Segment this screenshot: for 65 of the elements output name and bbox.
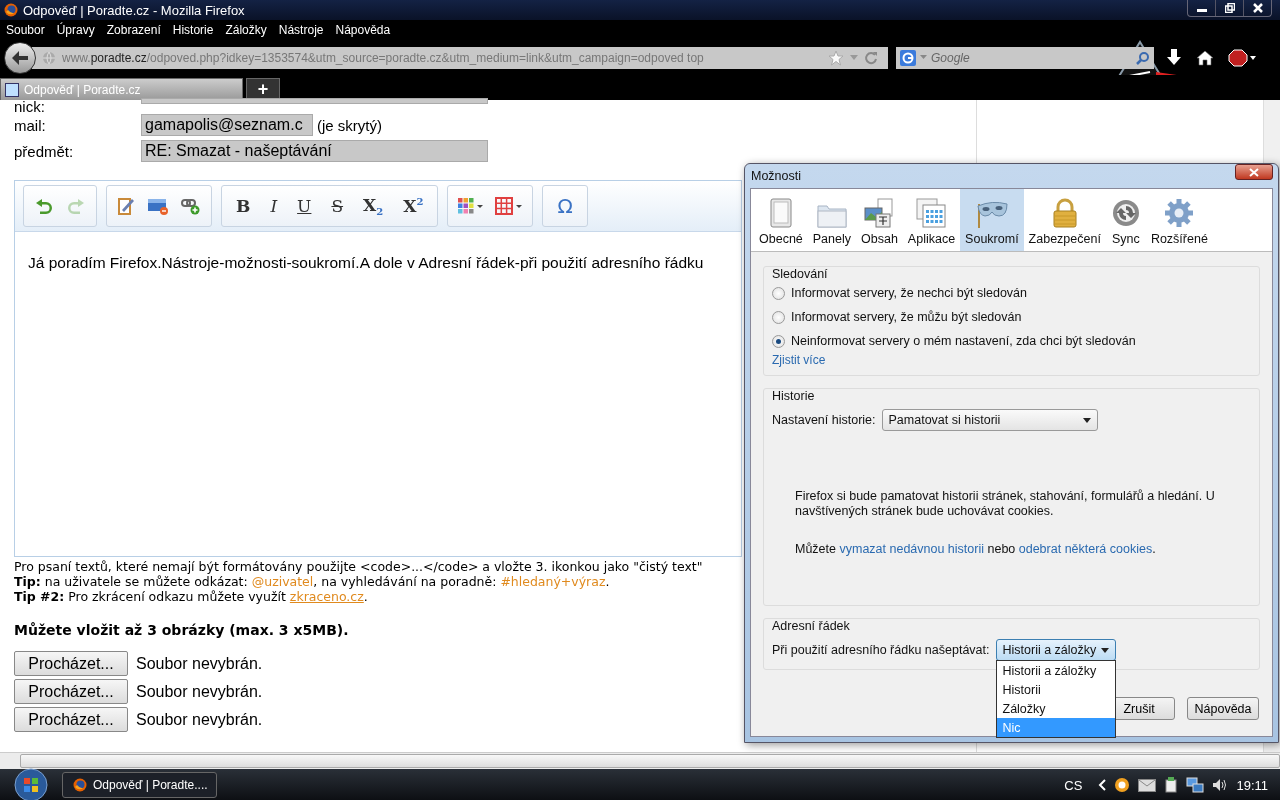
hint-text: Pro psaní textů, které nemají být formátovány použijte <code>...</code> a vložte 3. ikonkou jako "čistý text": [14, 559, 704, 574]
select-label: Nastavení historie:: [772, 413, 876, 427]
history-select[interactable]: Pamatovat si historii: [881, 409, 1098, 431]
subscript-button[interactable]: X$_{2}$: [359, 194, 388, 218]
search-field[interactable]: Google: [896, 46, 1154, 69]
menu-item[interactable]: Záložky: [219, 23, 273, 37]
field-label: předmět:: [14, 142, 75, 160]
hint-text: Tip: na uživatele se můžete odkázat: @uzivatel, na vyhledávání na poradně: #hledaný+výraz.: [14, 574, 611, 589]
preferences-tab[interactable]: Sync: [1105, 189, 1146, 251]
group-title: Adresní řádek: [770, 619, 852, 633]
dialog-button[interactable]: Nápověda: [1187, 697, 1259, 720]
taskbar-button[interactable]: Odpověď | Poradte....: [62, 772, 217, 798]
radio-label[interactable]: Neinformovat servery o mém nastavení, zda chci být sledován: [791, 334, 1136, 348]
strikethrough-button[interactable]: S: [327, 196, 348, 216]
group-title: Historie: [770, 389, 817, 403]
clock: 19:11: [1236, 777, 1268, 793]
language-indicator[interactable]: CS: [1064, 777, 1083, 793]
menu-item[interactable]: Zobrazení: [100, 23, 167, 37]
menu-item[interactable]: Historie: [166, 23, 220, 37]
browse-button[interactable]: Procházet...: [14, 679, 128, 704]
new-tab-button[interactable]: +: [246, 78, 280, 100]
preferences-tab[interactable]: Soukromí: [960, 189, 1024, 251]
browse-button[interactable]: Procházet...: [14, 651, 128, 676]
preferences-tab[interactable]: Obecné: [754, 189, 808, 251]
file-status: Soubor nevybrán.: [136, 710, 263, 729]
field-note: (je skrytý): [317, 116, 382, 134]
underline-button[interactable]: U: [293, 196, 316, 216]
group-title: Sledování: [770, 267, 830, 281]
input-field[interactable]: gamapolis@seznam.c: [141, 114, 313, 136]
select-label: Při použití adresního řádku našeptávat:: [772, 643, 990, 657]
superscript-button[interactable]: X$^{2}$: [399, 196, 428, 216]
bold-button[interactable]: B: [232, 196, 255, 216]
menu-item[interactable]: Úpravy: [50, 23, 101, 37]
browse-button[interactable]: Procházet...: [14, 707, 128, 732]
file-status: Soubor nevybrán.: [136, 654, 263, 673]
window-title: Odpověď | Poradte.cz - Mozilla Firefox: [23, 2, 245, 18]
editor-text: Já poradím Firefox.Nástroje-možnosti-soukromí.A dole v Adresní řádek-při použití adresního řádku: [27, 253, 705, 273]
suggest-select[interactable]: Historii a záložky: [995, 639, 1116, 661]
file-status: Soubor nevybrán.: [136, 682, 263, 701]
link[interactable]: vymazat nedávnou historii: [839, 542, 984, 556]
field-label: mail:: [14, 116, 47, 134]
preferences-tab[interactable]: Zabezpečení: [1023, 189, 1106, 251]
preferences-tab[interactable]: Aplikace: [902, 189, 961, 251]
radio-label[interactable]: Informovat servery, že můžu být sledován: [791, 310, 1022, 324]
dropdown-option[interactable]: Historii: [996, 680, 1115, 699]
field-label: nick:: [14, 98, 46, 115]
hint-text: Tip #2: Pro zkrácení odkazu můžete využít zkraceno.cz.: [14, 589, 369, 604]
upload-heading: Můžete vložit až 3 obrázky (max. 3 x5MB).: [14, 622, 349, 638]
address-field[interactable]: www.poradte.cz/odpoved.php?idkey=1353574&utm_source=poradte.cz&utm_medium=link&utm_campaign=odpoved top: [32, 46, 888, 69]
preferences-tab[interactable]: Rozšířené: [1145, 189, 1213, 251]
text-editor[interactable]: B I U S X$_{2}$ X$^{2}$ Ω Já poradím Firefox.Nástroje-možnosti-soukromí.A dole v Adresní řádek-při použití adresního řádku: [14, 180, 742, 557]
dialog-title: Možnosti: [751, 169, 802, 183]
search-input[interactable]: Google: [931, 48, 1132, 67]
menu-item[interactable]: Soubor: [0, 23, 51, 37]
preferences-tab[interactable]: Obsah: [856, 189, 903, 251]
input-field[interactable]: RE: Smazat - našeptávání: [141, 140, 488, 162]
dropdown-option[interactable]: Historii a záložky: [996, 661, 1115, 680]
italic-button[interactable]: I: [266, 196, 282, 216]
learn-more-link[interactable]: Zjistit více: [772, 353, 826, 367]
menu-item[interactable]: Nápověda: [329, 23, 397, 37]
menu-item[interactable]: Nástroje: [272, 23, 330, 37]
history-actions-text: Můžete vymazat nedávnou historii nebo odebrat některá cookies.: [795, 542, 1157, 556]
preferences-tab[interactable]: Panely: [807, 189, 856, 251]
history-description: Firefox si bude pamatovat historii stránek, stahování, formulářů a hledání. U navštívených stránek bude uchovávat cookies.: [795, 489, 1215, 519]
radio-label[interactable]: Informovat servery, že nechci být sledován: [791, 286, 1027, 300]
